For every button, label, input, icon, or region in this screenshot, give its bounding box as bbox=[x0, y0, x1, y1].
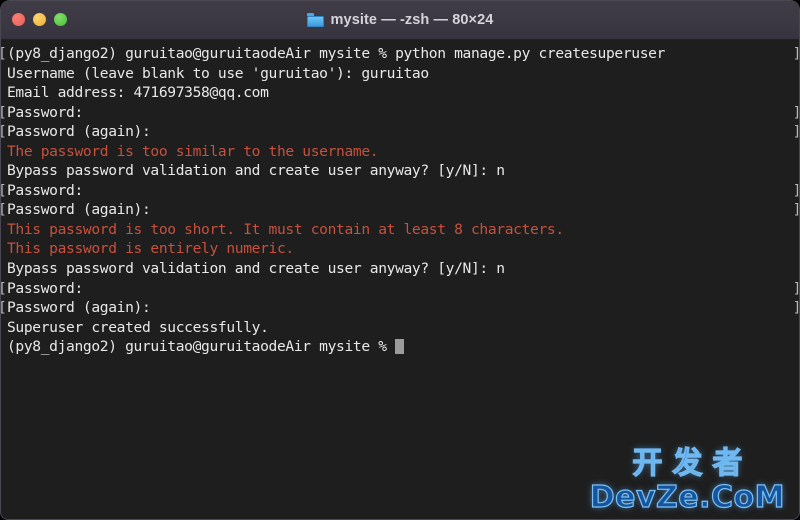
terminal-line: Password: bbox=[1, 181, 799, 201]
terminal-line: Email address: 471697358@qq.com bbox=[7, 84, 269, 102]
terminal-line: Password: bbox=[1, 103, 799, 123]
terminal-line: (py8_django2) guruitao@guruitaodeAir mys… bbox=[1, 337, 799, 357]
window-titlebar[interactable]: mysite — -zsh — 80×24 bbox=[1, 1, 799, 40]
terminal-line: The password is too similar to the usern… bbox=[7, 142, 379, 160]
terminal-line: Password (again): bbox=[1, 200, 799, 220]
terminal-line: Password: bbox=[1, 279, 799, 299]
terminal-cursor bbox=[395, 339, 405, 355]
terminal-line: Password (again): bbox=[1, 122, 799, 142]
window-title-group: mysite — -zsh — 80×24 bbox=[1, 1, 799, 39]
terminal-line: This password is too short. It must cont… bbox=[7, 220, 564, 238]
terminal-line: Username (leave blank to use 'guruitao')… bbox=[7, 64, 429, 82]
watermark: 开发者 DevZe.CoM bbox=[589, 446, 785, 515]
watermark-latin: DevZe.CoM bbox=[589, 480, 785, 515]
terminal-line: Bypass password validation and create us… bbox=[7, 162, 505, 180]
window-title: mysite — -zsh — 80×24 bbox=[330, 12, 494, 28]
terminal-line: Bypass password validation and create us… bbox=[7, 260, 505, 278]
terminal-line: Superuser created successfully. bbox=[7, 318, 269, 336]
terminal-output-area[interactable]: (py8_django2) guruitao@guruitaodeAir mys… bbox=[1, 40, 799, 519]
terminal-window: mysite — -zsh — 80×24 (py8_django2) guru… bbox=[0, 0, 800, 520]
watermark-chinese: 开发者 bbox=[632, 446, 753, 481]
folder-icon bbox=[306, 13, 324, 27]
terminal-line: This password is entirely numeric. bbox=[7, 240, 294, 258]
terminal-lines: (py8_django2) guruitao@guruitaodeAir mys… bbox=[1, 44, 799, 357]
terminal-line: Password (again): bbox=[1, 298, 799, 318]
terminal-line: (py8_django2) guruitao@guruitaodeAir mys… bbox=[1, 44, 799, 64]
